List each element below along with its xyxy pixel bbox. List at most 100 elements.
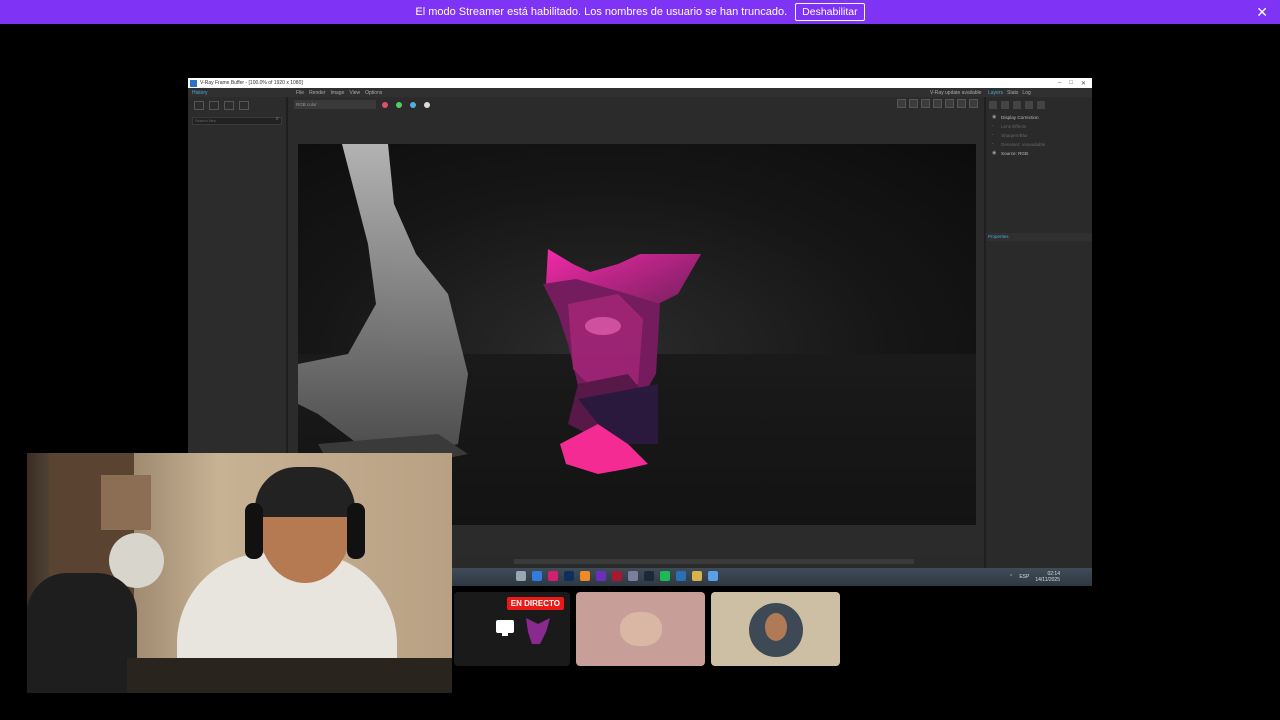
layer-row[interactable]: ◉ Source: RGB xyxy=(986,149,1092,158)
render-toolbar: RGB color xyxy=(294,100,974,112)
eye-icon[interactable]: ◉ xyxy=(992,113,998,122)
screen-share-tile[interactable]: EN DIRECTO xyxy=(454,592,570,666)
lock-icon[interactable] xyxy=(933,99,942,108)
layer-presets-icon[interactable] xyxy=(1025,101,1033,109)
tab-stats[interactable]: Stats xyxy=(1007,90,1018,96)
eye-icon[interactable]: · xyxy=(992,140,998,149)
layer-menu-icon[interactable] xyxy=(1037,101,1045,109)
eye-icon[interactable]: · xyxy=(992,131,998,140)
system-tray: ⌃ ESP 02:14 14/11/2025 xyxy=(1009,571,1060,583)
live-badge: EN DIRECTO xyxy=(506,597,564,610)
menu-item-view[interactable]: View xyxy=(349,90,360,96)
menu-item-options[interactable]: Options xyxy=(365,90,382,96)
stop-render-icon[interactable] xyxy=(969,99,978,108)
track-mouse-icon[interactable] xyxy=(921,99,930,108)
spotify-icon[interactable] xyxy=(660,571,670,581)
webcam-chair xyxy=(27,573,137,693)
search-placeholder: Search files xyxy=(195,118,216,123)
participant-tile[interactable] xyxy=(711,592,840,666)
tab-history[interactable]: History xyxy=(192,90,208,96)
save-image-icon[interactable] xyxy=(897,99,906,108)
layer-label: Display Correction xyxy=(1001,115,1039,120)
participant-avatar xyxy=(620,612,662,646)
foot-shape xyxy=(298,144,468,454)
disable-streamer-mode-button[interactable]: Deshabilitar xyxy=(795,3,865,21)
layer-row[interactable]: · Denoiser: unavailable xyxy=(986,140,1092,149)
layers-toolbar xyxy=(986,97,1092,113)
layer-label: Denoiser: unavailable xyxy=(1001,142,1046,147)
load-layers-icon[interactable] xyxy=(1013,101,1021,109)
tab-layers[interactable]: Layers xyxy=(988,90,1003,96)
tab-log[interactable]: Log xyxy=(1022,90,1030,96)
low-poly-trophy xyxy=(543,249,701,474)
eye-icon[interactable]: · xyxy=(992,122,998,131)
vray-app-icon[interactable] xyxy=(532,571,542,581)
taskbar-apps xyxy=(516,571,718,581)
update-notice[interactable]: V-Ray update available xyxy=(930,90,981,96)
alpha-channel-icon[interactable] xyxy=(424,102,430,108)
main-menu: File Render Image View Options xyxy=(296,90,382,96)
layer-label: Lens Effects xyxy=(1001,124,1027,129)
streamer-mode-message: El modo Streamer está habilitado. Los no… xyxy=(415,6,788,18)
creative-cloud-icon[interactable] xyxy=(548,571,558,581)
interactive-render-icon[interactable] xyxy=(945,99,954,108)
layers-panel: ◉ Display Correction · Lens Effects · Sharp… xyxy=(984,97,1092,586)
eye-icon[interactable]: ◉ xyxy=(992,149,998,158)
history-timeline[interactable] xyxy=(454,556,984,568)
blue-channel-icon[interactable] xyxy=(410,102,416,108)
menu-bar: History File Render Image View Options V… xyxy=(188,88,1092,97)
streamer-mode-banner: El modo Streamer está habilitado. Los no… xyxy=(0,0,1280,24)
save-history-icon[interactable] xyxy=(194,101,204,110)
app-icon[interactable] xyxy=(628,571,638,581)
vray-logo-icon xyxy=(190,79,197,87)
red-channel-icon[interactable] xyxy=(382,102,388,108)
headset-left-icon xyxy=(245,503,263,559)
layer-row[interactable]: · Sharpen/Blur xyxy=(986,131,1092,140)
stream-thumbnail xyxy=(526,618,550,644)
window-title: V-Ray Frame Buffer - [100.0% of 1920 x 1… xyxy=(200,80,303,86)
browser-icon[interactable] xyxy=(676,571,686,581)
save-layers-icon[interactable] xyxy=(1001,101,1009,109)
chevron-up-icon[interactable]: ⌃ xyxy=(1009,574,1013,580)
add-layer-icon[interactable] xyxy=(989,101,997,109)
menu-item-file[interactable]: File xyxy=(296,90,304,96)
headset-right-icon xyxy=(347,503,365,559)
language-indicator[interactable]: ESP xyxy=(1019,574,1029,580)
render-teapot-icon[interactable] xyxy=(957,99,966,108)
history-panel: Search files ⌕ xyxy=(188,97,288,457)
window-titlebar: V-Ray Frame Buffer - [100.0% of 1920 x 1… xyxy=(188,78,1092,88)
green-channel-icon[interactable] xyxy=(396,102,402,108)
render-actions xyxy=(897,99,978,108)
blender-icon[interactable] xyxy=(580,571,590,581)
compare-icon[interactable] xyxy=(224,101,234,110)
webcam-desk xyxy=(127,658,452,693)
properties-header: Properties xyxy=(986,233,1092,241)
window-controls[interactable]: – □ ✕ xyxy=(1058,80,1092,87)
clock-date: 14/11/2025 xyxy=(1035,577,1060,583)
menu-item-image[interactable]: Image xyxy=(330,90,344,96)
history-search-input[interactable]: Search files ⌕ xyxy=(192,116,282,125)
discord-icon[interactable] xyxy=(708,571,718,581)
steam-icon[interactable] xyxy=(644,571,654,581)
channel-select[interactable]: RGB color xyxy=(294,100,376,109)
timeline-bar[interactable] xyxy=(514,559,914,564)
shelf-picture xyxy=(101,475,151,530)
load-history-icon[interactable] xyxy=(209,101,219,110)
screen-share-icon xyxy=(496,620,514,636)
file-explorer-icon[interactable] xyxy=(516,571,526,581)
delete-history-icon[interactable] xyxy=(239,101,249,110)
region-render-icon[interactable] xyxy=(909,99,918,108)
taskbar-clock[interactable]: 02:14 14/11/2025 xyxy=(1035,571,1060,583)
search-icon: ⌕ xyxy=(275,116,279,122)
opera-gx-icon[interactable] xyxy=(612,571,622,581)
layer-row[interactable]: ◉ Display Correction xyxy=(986,113,1092,122)
participant-tile[interactable] xyxy=(576,592,705,666)
photoshop-icon[interactable] xyxy=(564,571,574,581)
menu-item-render[interactable]: Render xyxy=(309,90,325,96)
layer-row[interactable]: · Lens Effects xyxy=(986,122,1092,131)
layer-label: Sharpen/Blur xyxy=(1001,133,1028,138)
webcam-feed xyxy=(27,453,452,693)
visual-studio-icon[interactable] xyxy=(596,571,606,581)
folder-icon[interactable] xyxy=(692,571,702,581)
close-icon[interactable]: ✕ xyxy=(1256,4,1268,21)
